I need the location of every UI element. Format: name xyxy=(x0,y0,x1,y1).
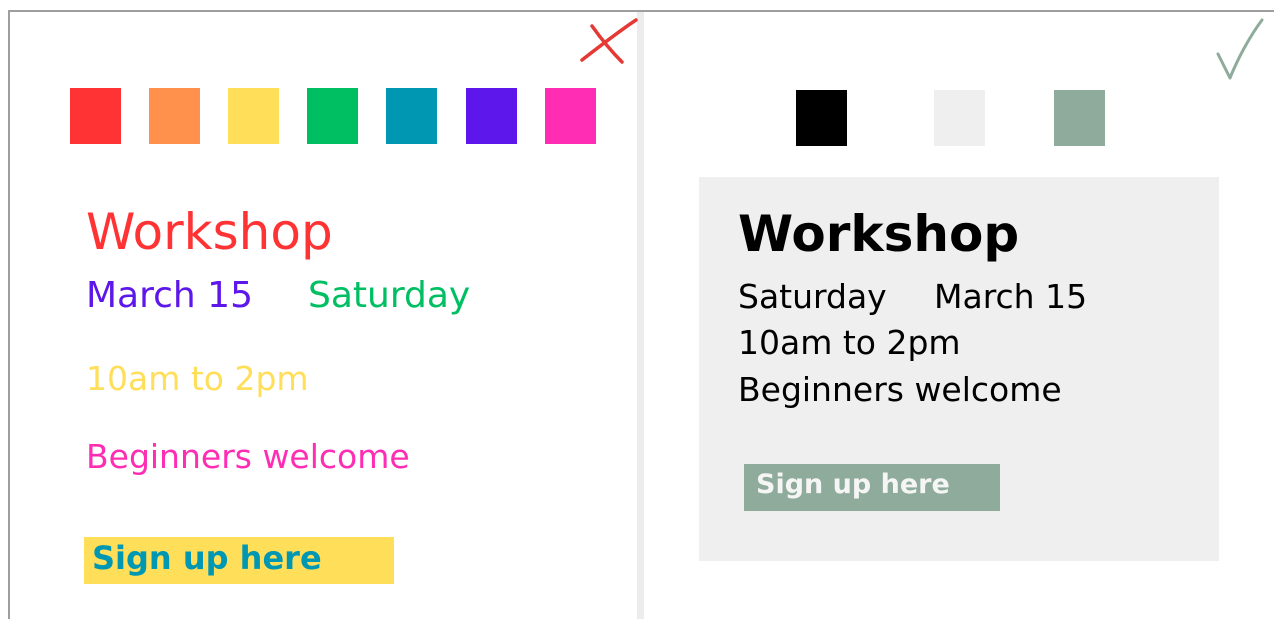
good-sign-up-button[interactable]: Sign up here xyxy=(744,464,1000,511)
good-event-audience: Beginners welcome xyxy=(738,370,1062,409)
bad-swatch xyxy=(228,88,279,144)
good-event-date: March 15 xyxy=(934,277,1088,316)
bad-event-audience: Beginners welcome xyxy=(86,437,410,476)
bad-swatch xyxy=(386,88,437,144)
bad-swatch xyxy=(545,88,596,144)
check-icon xyxy=(1216,18,1264,80)
good-swatch xyxy=(934,90,985,146)
good-swatch xyxy=(796,90,847,146)
bad-swatch xyxy=(466,88,517,144)
good-swatch xyxy=(1054,90,1105,146)
good-event-time: 10am to 2pm xyxy=(738,323,961,362)
bad-event-date: March 15 xyxy=(86,275,253,316)
good-event-title: Workshop xyxy=(738,205,1020,263)
panel-divider xyxy=(637,12,644,619)
bad-swatch xyxy=(149,88,200,144)
cross-icon xyxy=(580,18,638,64)
bad-swatch xyxy=(70,88,121,144)
bad-event-title: Workshop xyxy=(86,203,333,261)
bad-swatch xyxy=(307,88,358,144)
bad-sign-up-button[interactable]: Sign up here xyxy=(84,537,394,584)
good-event-day: Saturday xyxy=(738,277,887,316)
bad-event-day: Saturday xyxy=(308,275,471,316)
bad-event-time: 10am to 2pm xyxy=(86,359,309,398)
